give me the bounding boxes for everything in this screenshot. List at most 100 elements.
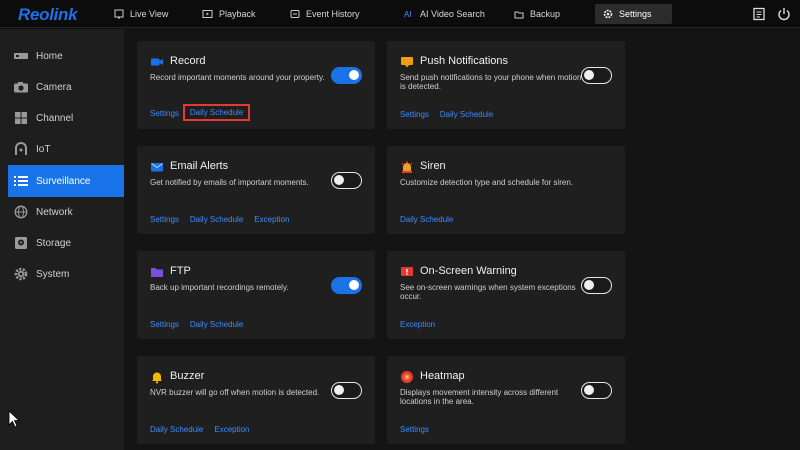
reolink-logo: Reolink xyxy=(18,5,78,24)
heatmap-toggle[interactable] xyxy=(581,382,612,399)
card-title: FTP xyxy=(170,265,191,277)
ai-search-icon: AI xyxy=(404,10,412,19)
email-alerts-card: Email Alerts Get notified by emails of i… xyxy=(137,146,375,234)
iot-icon xyxy=(15,142,27,155)
camera-icon xyxy=(14,82,28,93)
card-links: Daily Schedule xyxy=(400,213,464,226)
card-title: Siren xyxy=(420,160,446,172)
tab-label: Playback xyxy=(219,9,256,19)
channel-icon xyxy=(15,112,27,124)
gear-icon xyxy=(14,267,28,281)
globe-icon xyxy=(14,205,28,219)
exception-link[interactable]: Exception xyxy=(214,423,249,436)
tab-live-view[interactable]: Live View xyxy=(106,4,176,24)
tab-backup[interactable]: Backup xyxy=(506,4,568,24)
card-description: Record important moments around your pro… xyxy=(150,73,325,82)
settings-link[interactable]: Settings xyxy=(150,107,179,121)
storage-icon xyxy=(15,237,27,249)
on-screen-warning-toggle[interactable] xyxy=(581,277,612,294)
toggle-knob xyxy=(349,280,359,290)
exception-link[interactable]: Exception xyxy=(400,318,435,331)
list-icon xyxy=(14,176,28,186)
email-alerts-toggle[interactable] xyxy=(331,172,362,189)
card-description: Back up important recordings remotely. xyxy=(150,283,289,292)
playback-icon xyxy=(202,10,213,18)
tab-label: AI Video Search xyxy=(420,9,485,19)
tab-label: Event History xyxy=(306,9,360,19)
card-title: Email Alerts xyxy=(170,160,229,172)
tab-label: Settings xyxy=(619,9,652,19)
card-links: Settings xyxy=(400,423,440,436)
heatmap-icon xyxy=(401,371,413,383)
card-description: Displays movement intensity across diffe… xyxy=(400,388,559,406)
sidebar-item-surveillance[interactable]: Surveillance xyxy=(8,165,124,197)
notification-icon xyxy=(401,57,413,68)
sidebar-item-storage[interactable]: Storage xyxy=(8,228,124,258)
toggle-knob xyxy=(584,70,594,80)
tab-ai-video-search[interactable]: AI AI Video Search xyxy=(396,4,493,24)
card-links: Settings Daily Schedule xyxy=(150,318,254,331)
push-notifications-toggle[interactable] xyxy=(581,67,612,84)
tab-label: Backup xyxy=(530,9,561,19)
siren-card: Siren Customize detection type and sched… xyxy=(387,146,625,234)
daily-schedule-link[interactable]: Daily Schedule xyxy=(190,213,243,226)
sidebar-item-channel[interactable]: Channel xyxy=(8,103,124,133)
settings-link[interactable]: Settings xyxy=(150,213,179,226)
toggle-knob xyxy=(334,175,344,185)
card-links: Daily Schedule Exception xyxy=(150,423,261,436)
buzzer-card: Buzzer NVR buzzer will go off when motio… xyxy=(137,356,375,444)
sidebar-item-label: Home xyxy=(36,50,63,62)
sidebar-item-label: IoT xyxy=(36,143,51,155)
email-icon xyxy=(151,163,163,172)
tab-settings[interactable]: Settings xyxy=(595,4,672,24)
record-toggle[interactable] xyxy=(331,67,362,84)
sidebar-item-camera[interactable]: Camera xyxy=(8,72,124,102)
push-notifications-card: Push Notifications Send push notificatio… xyxy=(387,41,625,129)
daily-schedule-link[interactable]: Daily Schedule xyxy=(190,318,243,331)
tab-label: Live View xyxy=(130,9,169,19)
sidebar-item-label: System xyxy=(36,268,70,280)
notes-icon[interactable] xyxy=(751,6,767,22)
svg-text:AI: AI xyxy=(404,10,412,19)
folder-icon xyxy=(151,268,163,277)
power-icon[interactable] xyxy=(776,6,792,22)
sidebar: Home Camera Channel IoT Surveillance Net… xyxy=(0,29,124,450)
daily-schedule-link[interactable]: Daily Schedule xyxy=(400,213,453,226)
tab-playback[interactable]: Playback xyxy=(194,4,264,24)
daily-schedule-link[interactable]: Daily Schedule xyxy=(150,423,203,436)
buzzer-toggle[interactable] xyxy=(331,382,362,399)
home-icon xyxy=(14,53,28,59)
siren-icon xyxy=(401,161,413,173)
card-title: Heatmap xyxy=(420,370,465,382)
daily-schedule-link[interactable]: Daily Schedule xyxy=(440,108,493,121)
tab-event-history[interactable]: Event History xyxy=(282,4,368,24)
sidebar-item-label: Camera xyxy=(36,81,72,93)
event-history-icon xyxy=(290,10,300,18)
sidebar-item-system[interactable]: System xyxy=(8,259,124,289)
on-screen-warning-card: On-Screen Warning See on-screen warnings… xyxy=(387,251,625,339)
backup-icon xyxy=(514,11,524,19)
settings-link[interactable]: Settings xyxy=(400,423,429,436)
main-content: Record Record important moments around y… xyxy=(124,29,800,450)
toggle-knob xyxy=(584,385,594,395)
settings-link[interactable]: Settings xyxy=(400,108,429,121)
ftp-card: FTP Back up important recordings remotel… xyxy=(137,251,375,339)
sidebar-item-home[interactable]: Home xyxy=(8,41,124,71)
card-links: Settings Daily Schedule xyxy=(150,104,261,121)
toggle-knob xyxy=(334,385,344,395)
settings-link[interactable]: Settings xyxy=(150,318,179,331)
card-links: Settings Daily Schedule xyxy=(400,108,504,121)
exception-link[interactable]: Exception xyxy=(254,213,289,226)
daily-schedule-link[interactable]: Daily Schedule xyxy=(182,104,251,121)
ftp-toggle[interactable] xyxy=(331,277,362,294)
card-title: On-Screen Warning xyxy=(420,265,517,277)
card-title: Push Notifications xyxy=(420,55,509,67)
sidebar-item-iot[interactable]: IoT xyxy=(8,134,124,164)
card-links: Settings Daily Schedule Exception xyxy=(150,213,300,226)
card-title: Record xyxy=(170,55,206,67)
card-title: Buzzer xyxy=(170,370,205,382)
card-description: Send push notifications to your phone wh… xyxy=(400,73,582,91)
toggle-knob xyxy=(349,70,359,80)
sidebar-item-network[interactable]: Network xyxy=(8,197,124,227)
monitor-icon xyxy=(114,9,124,19)
